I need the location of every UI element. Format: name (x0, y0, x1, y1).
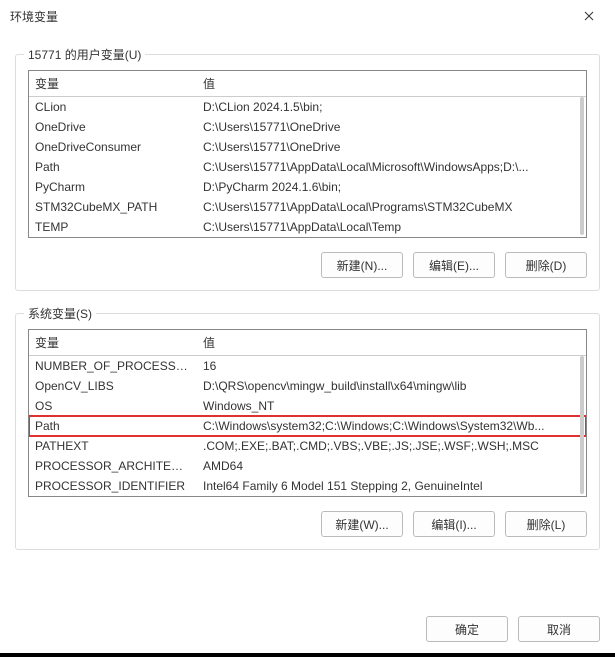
var-name-cell: OpenCV_LIBS (29, 376, 197, 396)
table-row[interactable]: NUMBER_OF_PROCESSORS16 (29, 356, 586, 377)
var-value-cell: C:\Users\15771\AppData\Local\Microsoft\W… (197, 157, 586, 177)
system-edit-button[interactable]: 编辑(I)... (413, 511, 495, 537)
titlebar: 环境变量 (0, 0, 615, 32)
var-value-cell: .COM;.EXE;.BAT;.CMD;.VBS;.VBE;.JS;.JSE;.… (197, 436, 586, 456)
table-row[interactable]: PyCharmD:\PyCharm 2024.1.6\bin; (29, 177, 586, 197)
var-name-cell: PROCESSOR_IDENTIFIER (29, 476, 197, 496)
system-header-value[interactable]: 值 (197, 330, 586, 356)
var-name-cell: STM32CubeMX_PATH (29, 197, 197, 217)
var-value-cell: AMD64 (197, 456, 586, 476)
var-name-cell: TEMP (29, 217, 197, 237)
table-row[interactable]: TEMPC:\Users\15771\AppData\Local\Temp (29, 217, 586, 237)
var-value-cell: D:\QRS\opencv\mingw_build\install\x64\mi… (197, 376, 586, 396)
var-name-cell: Path (29, 416, 197, 436)
user-header-name[interactable]: 变量 (29, 71, 197, 97)
user-delete-button[interactable]: 删除(D) (505, 252, 587, 278)
system-variables-group: 系统变量(S) 变量 值 NUMBER_OF_PROCESSORS16OpenC… (15, 313, 600, 550)
user-header-value[interactable]: 值 (197, 71, 586, 97)
close-icon (584, 11, 594, 21)
table-row[interactable]: STM32CubeMX_PATHC:\Users\15771\AppData\L… (29, 197, 586, 217)
cancel-button[interactable]: 取消 (518, 616, 600, 642)
var-name-cell: OneDrive (29, 117, 197, 137)
table-row[interactable]: CLionD:\CLion 2024.1.5\bin; (29, 97, 586, 118)
user-variables-table[interactable]: 变量 值 CLionD:\CLion 2024.1.5\bin;OneDrive… (28, 70, 587, 238)
system-variables-table[interactable]: 变量 值 NUMBER_OF_PROCESSORS16OpenCV_LIBSD:… (28, 329, 587, 497)
system-delete-button[interactable]: 删除(L) (505, 511, 587, 537)
user-new-button[interactable]: 新建(N)... (321, 252, 403, 278)
table-row[interactable]: PathC:\Users\15771\AppData\Local\Microso… (29, 157, 586, 177)
var-value-cell: C:\Users\15771\OneDrive (197, 137, 586, 157)
var-name-cell: Path (29, 157, 197, 177)
var-value-cell: 16 (197, 356, 586, 377)
table-row[interactable]: OneDriveConsumerC:\Users\15771\OneDrive (29, 137, 586, 157)
var-name-cell: NUMBER_OF_PROCESSORS (29, 356, 197, 377)
table-row[interactable]: OneDriveC:\Users\15771\OneDrive (29, 117, 586, 137)
bottom-edge (0, 653, 615, 657)
var-value-cell: C:\Windows\system32;C:\Windows;C:\Window… (197, 416, 586, 436)
var-name-cell: PATHEXT (29, 436, 197, 456)
ok-button[interactable]: 确定 (426, 616, 508, 642)
var-value-cell: Windows_NT (197, 396, 586, 416)
table-row[interactable]: PATHEXT.COM;.EXE;.BAT;.CMD;.VBS;.VBE;.JS… (29, 436, 586, 456)
close-button[interactable] (573, 0, 605, 32)
system-new-button[interactable]: 新建(W)... (321, 511, 403, 537)
var-value-cell: D:\PyCharm 2024.1.6\bin; (197, 177, 586, 197)
user-variables-group: 15771 的用户变量(U) 变量 值 CLionD:\CLion 2024.1… (15, 54, 600, 291)
system-header-name[interactable]: 变量 (29, 330, 197, 356)
var-value-cell: D:\CLion 2024.1.5\bin; (197, 97, 586, 118)
table-row[interactable]: PROCESSOR_ARCHITECT...AMD64 (29, 456, 586, 476)
var-name-cell: CLion (29, 97, 197, 118)
window-title: 环境变量 (10, 8, 58, 25)
var-name-cell: PROCESSOR_ARCHITECT... (29, 456, 197, 476)
var-name-cell: OneDriveConsumer (29, 137, 197, 157)
user-edit-button[interactable]: 编辑(E)... (413, 252, 495, 278)
var-name-cell: OS (29, 396, 197, 416)
table-row[interactable]: OSWindows_NT (29, 396, 586, 416)
user-group-label: 15771 的用户变量(U) (24, 46, 145, 63)
system-scrollbar[interactable] (580, 356, 584, 494)
var-name-cell: PyCharm (29, 177, 197, 197)
var-value-cell: C:\Users\15771\OneDrive (197, 117, 586, 137)
user-scrollbar[interactable] (580, 97, 584, 235)
table-row[interactable]: PathC:\Windows\system32;C:\Windows;C:\Wi… (29, 416, 586, 436)
system-group-label: 系统变量(S) (24, 305, 96, 322)
table-row[interactable]: PROCESSOR_IDENTIFIERIntel64 Family 6 Mod… (29, 476, 586, 496)
table-row[interactable]: OpenCV_LIBSD:\QRS\opencv\mingw_build\ins… (29, 376, 586, 396)
var-value-cell: Intel64 Family 6 Model 151 Stepping 2, G… (197, 476, 586, 496)
var-value-cell: C:\Users\15771\AppData\Local\Temp (197, 217, 586, 237)
var-value-cell: C:\Users\15771\AppData\Local\Programs\ST… (197, 197, 586, 217)
